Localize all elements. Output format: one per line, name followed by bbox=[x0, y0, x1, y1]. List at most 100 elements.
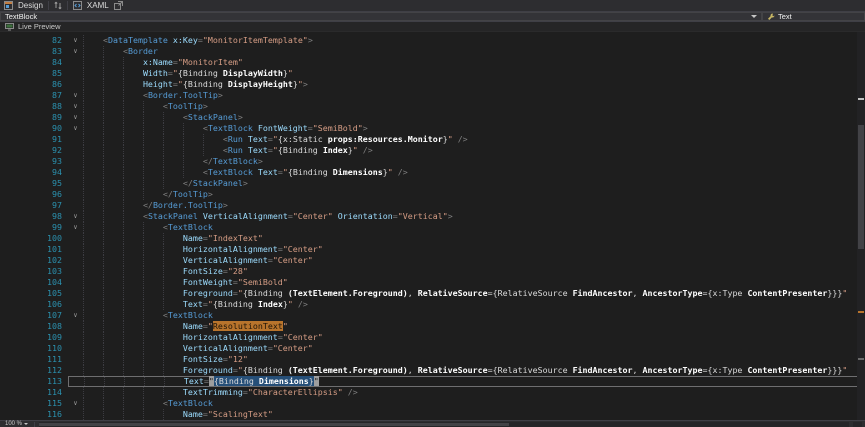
code-line-98[interactable]: 98∨<StackPanel VerticalAlignment="Center… bbox=[0, 211, 865, 222]
line-number[interactable]: 91 bbox=[0, 134, 68, 145]
code-line-111[interactable]: 111 FontSize="12" bbox=[0, 354, 865, 365]
code-text[interactable]: Name="ResolutionText" bbox=[83, 321, 865, 332]
code-text[interactable]: Foreground="{Binding (TextElement.Foregr… bbox=[83, 365, 865, 376]
code-line-101[interactable]: 101HorizontalAlignment="Center" bbox=[0, 244, 865, 255]
code-line-95[interactable]: 95 </StackPanel> bbox=[0, 178, 865, 189]
line-number[interactable]: 106 bbox=[0, 299, 68, 310]
line-number[interactable]: 111 bbox=[0, 354, 68, 365]
code-line-110[interactable]: 110 VerticalAlignment="Center" bbox=[0, 343, 865, 354]
code-line-99[interactable]: 99∨<TextBlock bbox=[0, 222, 865, 233]
code-text[interactable]: Name="ScalingText" bbox=[83, 409, 865, 420]
code-line-94[interactable]: 94 <TextBlock Text="{Binding Dimensions}"… bbox=[0, 167, 865, 178]
line-number[interactable]: 94 bbox=[0, 167, 68, 178]
code-text[interactable]: FontSize="12" bbox=[83, 354, 865, 365]
line-number[interactable]: 82 bbox=[0, 35, 68, 46]
code-line-107[interactable]: 107∨<TextBlock bbox=[0, 310, 865, 321]
code-text[interactable]: </Border.ToolTip> bbox=[83, 200, 865, 211]
line-number[interactable]: 95 bbox=[0, 178, 68, 189]
code-line-116[interactable]: 116 Name="ScalingText" bbox=[0, 409, 865, 420]
fold-collapse-icon[interactable]: ∨ bbox=[68, 101, 83, 112]
line-number[interactable]: 89 bbox=[0, 112, 68, 123]
tab-xaml[interactable]: XAML bbox=[87, 1, 109, 10]
code-text[interactable]: </TextBlock> bbox=[83, 156, 865, 167]
line-number[interactable]: 104 bbox=[0, 277, 68, 288]
line-number[interactable]: 88 bbox=[0, 101, 68, 112]
code-text[interactable]: TextTrimming="CharacterEllipsis" /> bbox=[83, 387, 865, 398]
fold-collapse-icon[interactable]: ∨ bbox=[68, 112, 83, 123]
code-line-82[interactable]: 82∨<DataTemplate x:Key="MonitorItemTempl… bbox=[0, 35, 865, 46]
code-text[interactable]: <TextBlock bbox=[83, 398, 865, 409]
line-number[interactable]: 98 bbox=[0, 211, 68, 222]
line-number[interactable]: 96 bbox=[0, 189, 68, 200]
tab-design[interactable]: Design bbox=[18, 1, 43, 10]
code-text[interactable]: FontSize="28" bbox=[83, 266, 865, 277]
code-line-91[interactable]: 91 <Run Text="{x:Static props:Resources.M… bbox=[0, 134, 865, 145]
code-line-106[interactable]: 106Text="{Binding Index}" /> bbox=[0, 299, 865, 310]
zoom-select[interactable]: 100 % bbox=[3, 421, 30, 427]
code-line-93[interactable]: 93 </TextBlock> bbox=[0, 156, 865, 167]
code-line-112[interactable]: 112 Foreground="{Binding (TextElement.For… bbox=[0, 365, 865, 376]
line-number[interactable]: 101 bbox=[0, 244, 68, 255]
code-text[interactable]: <DataTemplate x:Key="MonitorItemTemplate… bbox=[83, 35, 865, 46]
code-line-96[interactable]: 96 </ToolTip> bbox=[0, 189, 865, 200]
line-number[interactable]: 113 bbox=[0, 376, 68, 387]
property-selector[interactable]: Text bbox=[762, 12, 865, 21]
line-number[interactable]: 85 bbox=[0, 68, 68, 79]
code-text[interactable]: Height="{Binding DisplayHeight}"> bbox=[83, 79, 865, 90]
code-text[interactable]: <Run Text="{Binding Index}" /> bbox=[83, 145, 865, 156]
code-text[interactable]: <Run Text="{x:Static props:Resources.Mon… bbox=[83, 134, 865, 145]
code-line-86[interactable]: 86Height="{Binding DisplayHeight}"> bbox=[0, 79, 865, 90]
line-number[interactable]: 112 bbox=[0, 365, 68, 376]
xaml-code-editor[interactable]: 82∨<DataTemplate x:Key="MonitorItemTempl… bbox=[0, 32, 865, 420]
code-line-113[interactable]: 113 Text="{Binding Dimensions}" bbox=[0, 376, 865, 387]
code-text[interactable]: </ToolTip> bbox=[83, 189, 865, 200]
fold-collapse-icon[interactable]: ∨ bbox=[68, 46, 83, 57]
horizontal-scrollbar[interactable] bbox=[39, 422, 849, 427]
code-text[interactable]: <Border bbox=[83, 46, 865, 57]
line-number[interactable]: 100 bbox=[0, 233, 68, 244]
horizontal-scrollbar-thumb[interactable] bbox=[39, 423, 509, 426]
line-number[interactable]: 109 bbox=[0, 332, 68, 343]
line-number[interactable]: 99 bbox=[0, 222, 68, 233]
code-text[interactable]: Name="IndexText" bbox=[83, 233, 865, 244]
code-text[interactable]: x:Name="MonitorItem" bbox=[83, 57, 865, 68]
fold-collapse-icon[interactable]: ∨ bbox=[68, 35, 83, 46]
code-line-105[interactable]: 105Foreground="{Binding (TextElement.For… bbox=[0, 288, 865, 299]
code-text[interactable]: Text="{Binding Dimensions}" bbox=[84, 377, 864, 386]
code-text[interactable]: <ToolTip> bbox=[83, 101, 865, 112]
line-number[interactable]: 107 bbox=[0, 310, 68, 321]
code-text[interactable]: HorizontalAlignment="Center" bbox=[83, 332, 865, 343]
line-number[interactable]: 115 bbox=[0, 398, 68, 409]
element-selector[interactable]: TextBlock bbox=[0, 12, 762, 21]
vertical-scrollbar[interactable] bbox=[857, 32, 865, 420]
popout-window-icon[interactable] bbox=[114, 1, 123, 10]
line-number[interactable]: 102 bbox=[0, 255, 68, 266]
fold-collapse-icon[interactable]: ∨ bbox=[68, 398, 83, 409]
line-number[interactable]: 110 bbox=[0, 343, 68, 354]
code-line-92[interactable]: 92<Run Text="{Binding Index}" /> bbox=[0, 145, 865, 156]
code-line-85[interactable]: 85Width="{Binding DisplayWidth}" bbox=[0, 68, 865, 79]
vertical-scrollbar-thumb[interactable] bbox=[858, 125, 864, 249]
code-text[interactable]: VerticalAlignment="Center" bbox=[83, 255, 865, 266]
code-text[interactable]: VerticalAlignment="Center" bbox=[83, 343, 865, 354]
code-line-102[interactable]: 102 VerticalAlignment="Center" bbox=[0, 255, 865, 266]
code-line-87[interactable]: 87∨<Border.ToolTip> bbox=[0, 90, 865, 101]
line-number[interactable]: 108 bbox=[0, 321, 68, 332]
code-line-115[interactable]: 115∨<TextBlock bbox=[0, 398, 865, 409]
line-number[interactable]: 116 bbox=[0, 409, 68, 420]
code-text[interactable]: <StackPanel VerticalAlignment="Center" O… bbox=[83, 211, 865, 222]
swap-panes-icon[interactable] bbox=[54, 1, 62, 10]
fold-collapse-icon[interactable]: ∨ bbox=[68, 123, 83, 134]
code-text[interactable]: <TextBlock Text="{Binding Dimensions}" /… bbox=[83, 167, 865, 178]
code-line-103[interactable]: 103 FontSize="28" bbox=[0, 266, 865, 277]
code-text[interactable]: </StackPanel> bbox=[83, 178, 865, 189]
code-text[interactable]: <StackPanel> bbox=[83, 112, 865, 123]
code-line-83[interactable]: 83∨<Border bbox=[0, 46, 865, 57]
code-line-100[interactable]: 100 Name="IndexText" bbox=[0, 233, 865, 244]
fold-collapse-icon[interactable]: ∨ bbox=[68, 310, 83, 321]
line-number[interactable]: 103 bbox=[0, 266, 68, 277]
tab-live-preview[interactable]: Live Preview bbox=[18, 22, 61, 31]
line-number[interactable]: 84 bbox=[0, 57, 68, 68]
line-number[interactable]: 87 bbox=[0, 90, 68, 101]
line-number[interactable]: 93 bbox=[0, 156, 68, 167]
